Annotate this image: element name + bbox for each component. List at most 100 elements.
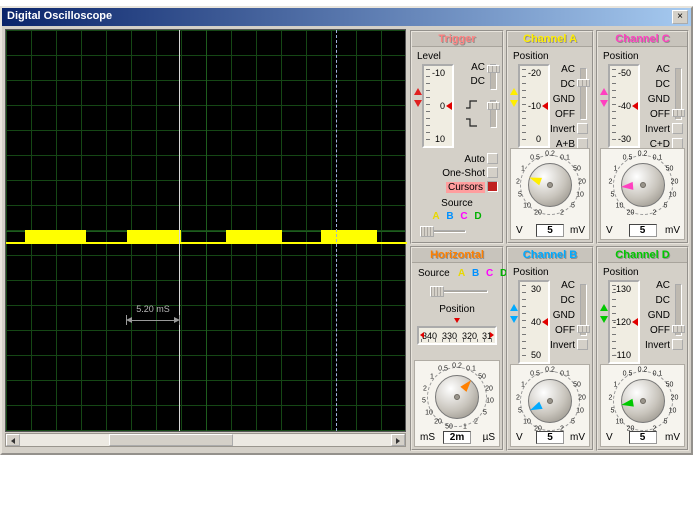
level-down-arrow[interactable]	[414, 100, 422, 107]
gain-knob-box: 0.20.10.5502010521251020 V 5 mV	[510, 364, 590, 447]
trigger-source-slider-handle[interactable]	[420, 226, 434, 237]
desktop: Digital Oscilloscope × 5.20 mS	[0, 0, 695, 512]
gain-knob[interactable]: 0.20.10.5502010521251020	[506, 367, 594, 433]
knob-scale-label: 0.1	[466, 366, 476, 373]
knob-scale-label: 5	[518, 408, 522, 415]
scroll-left-button[interactable]	[6, 434, 20, 446]
coupling-switch-handle[interactable]	[672, 109, 685, 117]
knob-scale-label: 2	[516, 179, 520, 186]
title-bar[interactable]: Digital Oscilloscope ×	[2, 8, 691, 26]
meter-value: 10	[424, 134, 445, 144]
cursors-button[interactable]	[487, 181, 498, 192]
scale-value: 340	[422, 331, 437, 341]
knob-scale-label: 1	[521, 166, 525, 173]
invert-button[interactable]	[672, 339, 683, 350]
trigger-title: Trigger	[412, 32, 502, 47]
horizontal-source-slider-handle[interactable]	[430, 286, 444, 297]
coupling-switch-track[interactable]	[580, 68, 587, 120]
meter-value: 50	[520, 350, 541, 360]
meter-value: -120	[610, 317, 631, 327]
measurement-cursor-dashed[interactable]	[336, 30, 337, 431]
trace-pulse	[25, 230, 86, 244]
position-left-arrow[interactable]	[420, 332, 424, 338]
horizontal-position-scale[interactable]: 340 330 320 31	[417, 326, 497, 345]
scrollbar-track[interactable]	[20, 434, 391, 446]
option-dc-label: DC	[561, 295, 575, 306]
gain-knob[interactable]: 0.20.10.5502010521251020	[599, 367, 687, 433]
timebase-knob-box: 0.20.10.5502010521125102050 mS 2m µS	[414, 360, 500, 447]
knob-scale-label: 10	[486, 398, 494, 405]
one-shot-label: One-Shot	[442, 168, 485, 179]
gain-knob[interactable]: 0.20.10.5502010521251020	[599, 151, 687, 217]
knob-scale-label: 10	[576, 192, 584, 199]
trigger-dc-label: DC	[471, 76, 485, 87]
close-button[interactable]: ×	[672, 10, 688, 24]
knob-scale-label: 20	[671, 395, 679, 402]
source-letter-a: A	[458, 268, 465, 279]
knob-scale-label: 5	[664, 203, 668, 210]
knob-scale-label: 5	[611, 408, 615, 415]
level-up-arrow[interactable]	[414, 88, 422, 95]
knob-scale-label: 10	[616, 419, 624, 426]
horizontal-source-slider[interactable]	[430, 286, 488, 297]
option-ac-label: AC	[561, 64, 575, 75]
invert-button[interactable]	[577, 339, 588, 350]
knob-scale-label: 1	[521, 382, 525, 389]
position-down-arrow[interactable]	[600, 100, 608, 107]
scope-display: 5.20 mS	[5, 29, 406, 432]
option-invert-label: Invert	[645, 340, 670, 351]
option-dc-label: DC	[561, 79, 575, 90]
scrollbar-thumb[interactable]	[109, 434, 233, 446]
one-shot-button[interactable]	[487, 167, 498, 178]
position-down-arrow[interactable]	[600, 316, 608, 323]
knob-scale-label: 50	[445, 424, 453, 431]
channel-d-panel: Channel D Position -130 -120 -110 AC DC …	[596, 246, 689, 451]
trigger-level-meter: -10 0 10	[422, 64, 454, 148]
unit-volts-label: V	[606, 432, 613, 443]
trace-baseline	[6, 242, 25, 244]
timebase-knob[interactable]: 0.20.10.5502010521125102050	[413, 363, 501, 429]
scroll-right-button[interactable]	[391, 434, 405, 446]
gain-readout: 5	[629, 431, 657, 444]
scale-value: 330	[442, 331, 457, 341]
trace-baseline	[282, 242, 321, 244]
knob-scale-label: 0.1	[560, 155, 570, 162]
position-right-arrow[interactable]	[490, 332, 494, 338]
invert-button[interactable]	[577, 123, 588, 134]
measurement-value: 5.20 mS	[126, 304, 180, 314]
position-meter: -50 -40 -30	[608, 64, 640, 148]
position-down-arrow[interactable]	[510, 316, 518, 323]
meter-value: -130	[610, 284, 631, 294]
trigger-coupling-switch-handle[interactable]	[487, 65, 500, 73]
knob-scale-label: 50	[573, 166, 581, 173]
coupling-switch-handle[interactable]	[672, 325, 685, 333]
knob-scale-label: 0.2	[638, 151, 648, 158]
position-down-arrow[interactable]	[510, 100, 518, 107]
horizontal-position-label: Position	[412, 304, 502, 315]
option-ac-label: AC	[561, 280, 575, 291]
auto-button[interactable]	[487, 153, 498, 164]
trigger-edge-switch-handle[interactable]	[487, 102, 500, 110]
gain-knob[interactable]: 0.20.10.5502010521251020	[506, 151, 594, 217]
coupling-switch-handle[interactable]	[577, 79, 590, 87]
source-letter-b: B	[472, 268, 479, 279]
position-up-arrow[interactable]	[600, 304, 608, 311]
position-up-arrow[interactable]	[600, 88, 608, 95]
measurement-cursor-solid[interactable]	[179, 30, 180, 431]
trigger-panel: Trigger Level -10 0 10 AC DC Auto	[410, 30, 504, 244]
knob-scale-label: 5	[664, 419, 668, 426]
knob-scale-label: 2	[423, 386, 427, 393]
knob-scale-label: 1	[614, 166, 618, 173]
coupling-switch-handle[interactable]	[577, 325, 590, 333]
position-up-arrow[interactable]	[510, 304, 518, 311]
position-up-arrow[interactable]	[510, 88, 518, 95]
knob-scale-label: 10	[616, 203, 624, 210]
invert-button[interactable]	[672, 123, 683, 134]
meter-value: -110	[610, 350, 631, 360]
gain-knob-box: 0.20.10.5502010521251020 V 5 mV	[600, 148, 685, 240]
meter-value: 40	[520, 317, 541, 327]
trigger-source-slider[interactable]	[420, 226, 466, 237]
measurement-line	[130, 320, 176, 321]
trace-baseline	[181, 242, 226, 244]
trigger-source-label: Source	[412, 198, 502, 209]
